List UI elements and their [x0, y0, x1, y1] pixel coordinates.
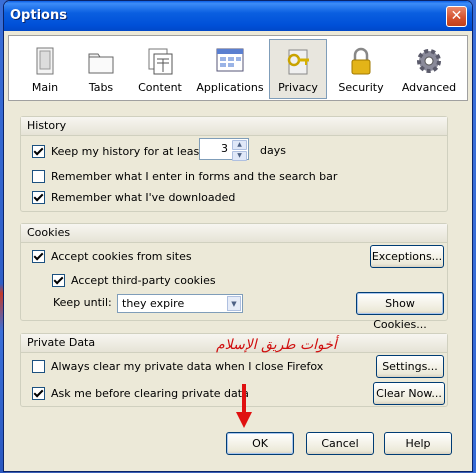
close-button[interactable]: ✕ — [446, 6, 467, 27]
tab-security[interactable]: Security — [331, 40, 391, 96]
accept-cookies-label: Accept cookies from sites — [51, 250, 192, 263]
advanced-icon — [417, 49, 441, 73]
pane-toolbar: Main Tabs Content Applications Privacy S… — [8, 35, 468, 101]
days-label: days — [260, 144, 286, 157]
spin-up-icon[interactable]: ▲ — [232, 140, 247, 150]
content-icon — [148, 48, 173, 75]
accept-cookies-row[interactable]: Accept cookies from sites — [32, 249, 192, 265]
privacy-icon — [287, 49, 309, 75]
keep-until-select[interactable]: they expire ▼ — [117, 294, 243, 313]
cookies-title: Cookies — [21, 224, 447, 243]
red-arrow-icon — [236, 384, 252, 428]
remember-forms-checkbox[interactable] — [32, 169, 45, 183]
security-icon — [351, 47, 371, 75]
remember-forms-label: Remember what I enter in forms and the s… — [51, 170, 338, 183]
tab-privacy[interactable]: Privacy — [269, 39, 327, 99]
spin-down-icon[interactable]: ▼ — [232, 151, 247, 161]
tab-tabs[interactable]: Tabs — [75, 40, 127, 96]
third-party-row[interactable]: Accept third-party cookies — [52, 273, 216, 289]
settings-button[interactable]: Settings... — [376, 355, 444, 378]
tab-privacy-label: Privacy — [278, 81, 318, 94]
days-spinner[interactable]: ▲ ▼ — [232, 140, 247, 161]
always-clear-checkbox[interactable] — [32, 359, 45, 373]
overlay-annotation: أخوات طريق الإسلام — [216, 337, 337, 353]
remember-downloads-label: Remember what I've downloaded — [51, 191, 236, 204]
remember-forms-row[interactable]: Remember what I enter in forms and the s… — [32, 169, 337, 185]
third-party-checkbox[interactable] — [52, 273, 65, 287]
tab-main-label: Main — [31, 81, 59, 94]
help-button[interactable]: Help — [384, 432, 452, 455]
history-title: History — [21, 117, 447, 136]
history-days-value: 3 — [221, 142, 228, 155]
keep-history-row[interactable]: Keep my history for at least — [32, 144, 204, 160]
keep-history-checkbox[interactable] — [32, 144, 45, 158]
tabs-icon — [88, 53, 114, 74]
tab-applications-label: Applications — [196, 81, 264, 94]
history-days-input[interactable]: 3 ▲ ▼ — [199, 138, 249, 161]
remember-downloads-row[interactable]: Remember what I've downloaded — [32, 190, 235, 206]
close-icon: ✕ — [450, 8, 463, 24]
always-clear-label: Always clear my private data when I clos… — [51, 360, 324, 373]
clear-now-button[interactable]: Clear Now... — [373, 382, 445, 405]
accept-cookies-checkbox[interactable] — [32, 249, 45, 263]
always-clear-row[interactable]: Always clear my private data when I clos… — [32, 359, 323, 375]
tab-security-label: Security — [338, 81, 384, 94]
title-bar[interactable]: Options ✕ — [4, 1, 472, 31]
third-party-label: Accept third-party cookies — [71, 274, 216, 287]
main-icon — [36, 47, 54, 75]
tab-advanced-label: Advanced — [401, 81, 457, 94]
tab-tabs-label: Tabs — [88, 81, 114, 94]
ask-before-clear-checkbox[interactable] — [32, 386, 45, 400]
exceptions-button[interactable]: Exceptions... — [370, 245, 444, 268]
show-cookies-button[interactable]: Show Cookies... — [356, 292, 444, 331]
tab-content[interactable]: Content — [129, 40, 191, 96]
ask-before-clear-row[interactable]: Ask me before clearing private data — [32, 386, 249, 402]
keep-until-value: they expire — [122, 297, 185, 310]
chevron-down-icon: ▼ — [227, 296, 241, 311]
cancel-button[interactable]: Cancel — [306, 432, 374, 455]
window-title: Options — [10, 8, 67, 23]
keep-history-label: Keep my history for at least — [51, 145, 204, 158]
applications-icon — [216, 48, 244, 72]
remember-downloads-checkbox[interactable] — [32, 190, 45, 204]
tab-main[interactable]: Main — [15, 40, 75, 96]
ok-button[interactable]: OK — [226, 432, 294, 455]
options-dialog: Options ✕ Main Tabs Content Applications… — [3, 0, 473, 472]
ask-before-clear-label: Ask me before clearing private data — [51, 387, 249, 400]
tab-content-label: Content — [138, 81, 182, 94]
tab-applications[interactable]: Applications — [193, 40, 267, 96]
keep-until-label: Keep until: — [53, 296, 112, 309]
tab-advanced[interactable]: Advanced — [397, 40, 461, 96]
